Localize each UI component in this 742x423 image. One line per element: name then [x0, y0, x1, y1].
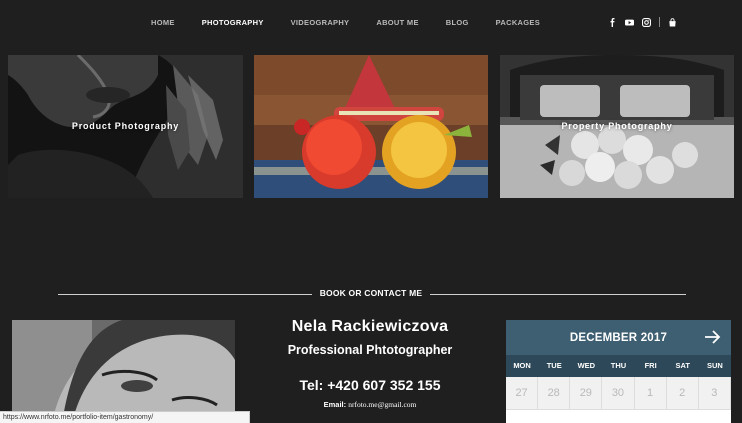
browser-status-bar: https://www.nrfoto.me/portfolio-item/gas…: [0, 411, 250, 423]
tile-image: [254, 55, 488, 198]
nav-menu: HOME PHOTOGRAPHY VIDEOGRAPHY ABOUT ME BL…: [151, 18, 540, 27]
contact-role: Professional Phtotographer: [287, 343, 453, 357]
calendar-day[interactable]: 3: [698, 377, 731, 410]
gallery-tile-drinks[interactable]: [254, 55, 488, 198]
calendar-day[interactable]: 30: [602, 377, 635, 410]
calendar-day[interactable]: 1: [634, 377, 667, 410]
portrait-photo: [12, 320, 235, 423]
weekday-wed: WED: [577, 361, 596, 370]
weekday-thu: THU: [610, 361, 627, 370]
instagram-icon[interactable]: [642, 17, 651, 27]
calendar-day[interactable]: 27: [506, 377, 539, 410]
shopping-bag-icon[interactable]: [668, 17, 677, 27]
contact-info: Nela Rackiewiczova Professional Phtotogr…: [255, 318, 485, 409]
tile-label: Property Photography: [561, 121, 673, 131]
calendar-day[interactable]: 2: [666, 377, 699, 410]
nav-item-about-me[interactable]: ABOUT ME: [376, 18, 418, 27]
weekday-sat: SAT: [675, 361, 690, 370]
calendar-weekdays: MON TUE WED THU FRI SAT SUN: [506, 355, 731, 377]
gallery-tile-property-photography[interactable]: Property Photography: [500, 55, 734, 198]
section-title: BOOK OR CONTACT ME: [319, 288, 423, 298]
divider: [659, 17, 660, 27]
facebook-icon[interactable]: [608, 17, 617, 27]
nav-item-home[interactable]: HOME: [151, 18, 175, 27]
calendar-grid: 27 28 29 30 1 2 3: [506, 377, 731, 410]
weekday-tue: TUE: [546, 361, 562, 370]
weekday-fri: FRI: [644, 361, 657, 370]
calendar-header: DECEMBER 2017: [506, 320, 731, 355]
calendar-day[interactable]: 29: [570, 377, 603, 410]
social-links: [608, 17, 677, 27]
contact-name: Nela Rackiewiczova: [291, 318, 449, 335]
portrait-image: [12, 320, 235, 423]
contact-phone[interactable]: Tel: +420 607 352 155: [255, 377, 485, 393]
nav-item-blog[interactable]: BLOG: [446, 18, 469, 27]
section-divider-right: [430, 294, 686, 295]
contact-email-line: Email: nrfoto.me@gmail.com: [255, 400, 485, 409]
tile-label: Product Photography: [71, 121, 180, 131]
calendar-day[interactable]: 28: [538, 377, 571, 410]
email-label: Email:: [323, 400, 347, 409]
section-divider-left: [58, 294, 312, 295]
calendar-month-title: DECEMBER 2017: [569, 331, 668, 344]
gallery-tile-product-photography[interactable]: Product Photography: [8, 55, 243, 198]
top-navigation: HOME PHOTOGRAPHY VIDEOGRAPHY ABOUT ME BL…: [0, 0, 742, 46]
booking-calendar: DECEMBER 2017 MON TUE WED THU FRI SAT SU…: [506, 320, 731, 423]
weekday-sun: SUN: [706, 361, 723, 370]
nav-item-packages[interactable]: PACKAGES: [496, 18, 540, 27]
youtube-icon[interactable]: [625, 18, 634, 27]
arrow-right-icon[interactable]: [703, 328, 721, 346]
email-link[interactable]: nrfoto.me@gmail.com: [348, 400, 416, 409]
nav-item-photography[interactable]: PHOTOGRAPHY: [202, 18, 264, 27]
weekday-mon: MON: [513, 361, 531, 370]
nav-item-videography[interactable]: VIDEOGRAPHY: [291, 18, 350, 27]
